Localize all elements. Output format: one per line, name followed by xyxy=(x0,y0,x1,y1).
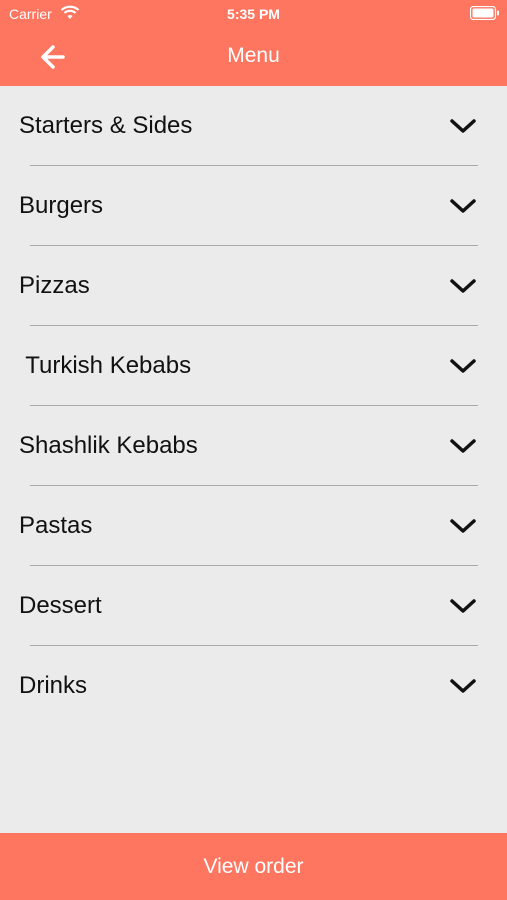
view-order-button[interactable]: View order xyxy=(0,833,507,900)
chevron-down-icon xyxy=(450,199,476,213)
app-header: Carrier 5:35 PM Menu xyxy=(0,0,507,86)
menu-item-label: Pastas xyxy=(19,512,93,539)
menu-item-turkish-kebabs[interactable]: Turkish Kebabs xyxy=(0,326,507,406)
menu-item-label: Shashlik Kebabs xyxy=(19,432,198,459)
menu-item-dessert[interactable]: Dessert xyxy=(0,566,507,646)
chevron-down-icon xyxy=(450,599,476,613)
menu-item-shashlik-kebabs[interactable]: Shashlik Kebabs xyxy=(0,406,507,486)
menu-item-pizzas[interactable]: Pizzas xyxy=(0,246,507,326)
status-time: 5:35 PM xyxy=(227,6,280,22)
battery-icon xyxy=(470,6,499,20)
menu-item-label: Pizzas xyxy=(19,272,90,299)
menu-item-starters-sides[interactable]: Starters & Sides xyxy=(0,86,507,166)
chevron-down-icon xyxy=(450,119,476,133)
menu-item-drinks[interactable]: Drinks xyxy=(0,646,507,726)
menu-item-label: Dessert xyxy=(19,592,102,619)
page-title: Menu xyxy=(227,44,280,67)
menu-item-burgers[interactable]: Burgers xyxy=(0,166,507,246)
chevron-down-icon xyxy=(450,279,476,293)
chevron-down-icon xyxy=(450,519,476,533)
chevron-down-icon xyxy=(450,439,476,453)
navigation-bar: Menu xyxy=(0,28,507,86)
chevron-down-icon xyxy=(450,359,476,373)
menu-item-label: Drinks xyxy=(19,672,88,699)
menu-item-label: Starters & Sides xyxy=(19,112,193,139)
menu-category-list: Starters & Sides Burgers Pizzas Turkish … xyxy=(0,86,507,726)
menu-item-label: Burgers xyxy=(19,192,104,219)
menu-item-label: Turkish Kebabs xyxy=(19,352,192,379)
menu-item-pastas[interactable]: Pastas xyxy=(0,486,507,566)
status-bar: Carrier 5:35 PM xyxy=(0,0,507,28)
chevron-down-icon xyxy=(450,679,476,693)
